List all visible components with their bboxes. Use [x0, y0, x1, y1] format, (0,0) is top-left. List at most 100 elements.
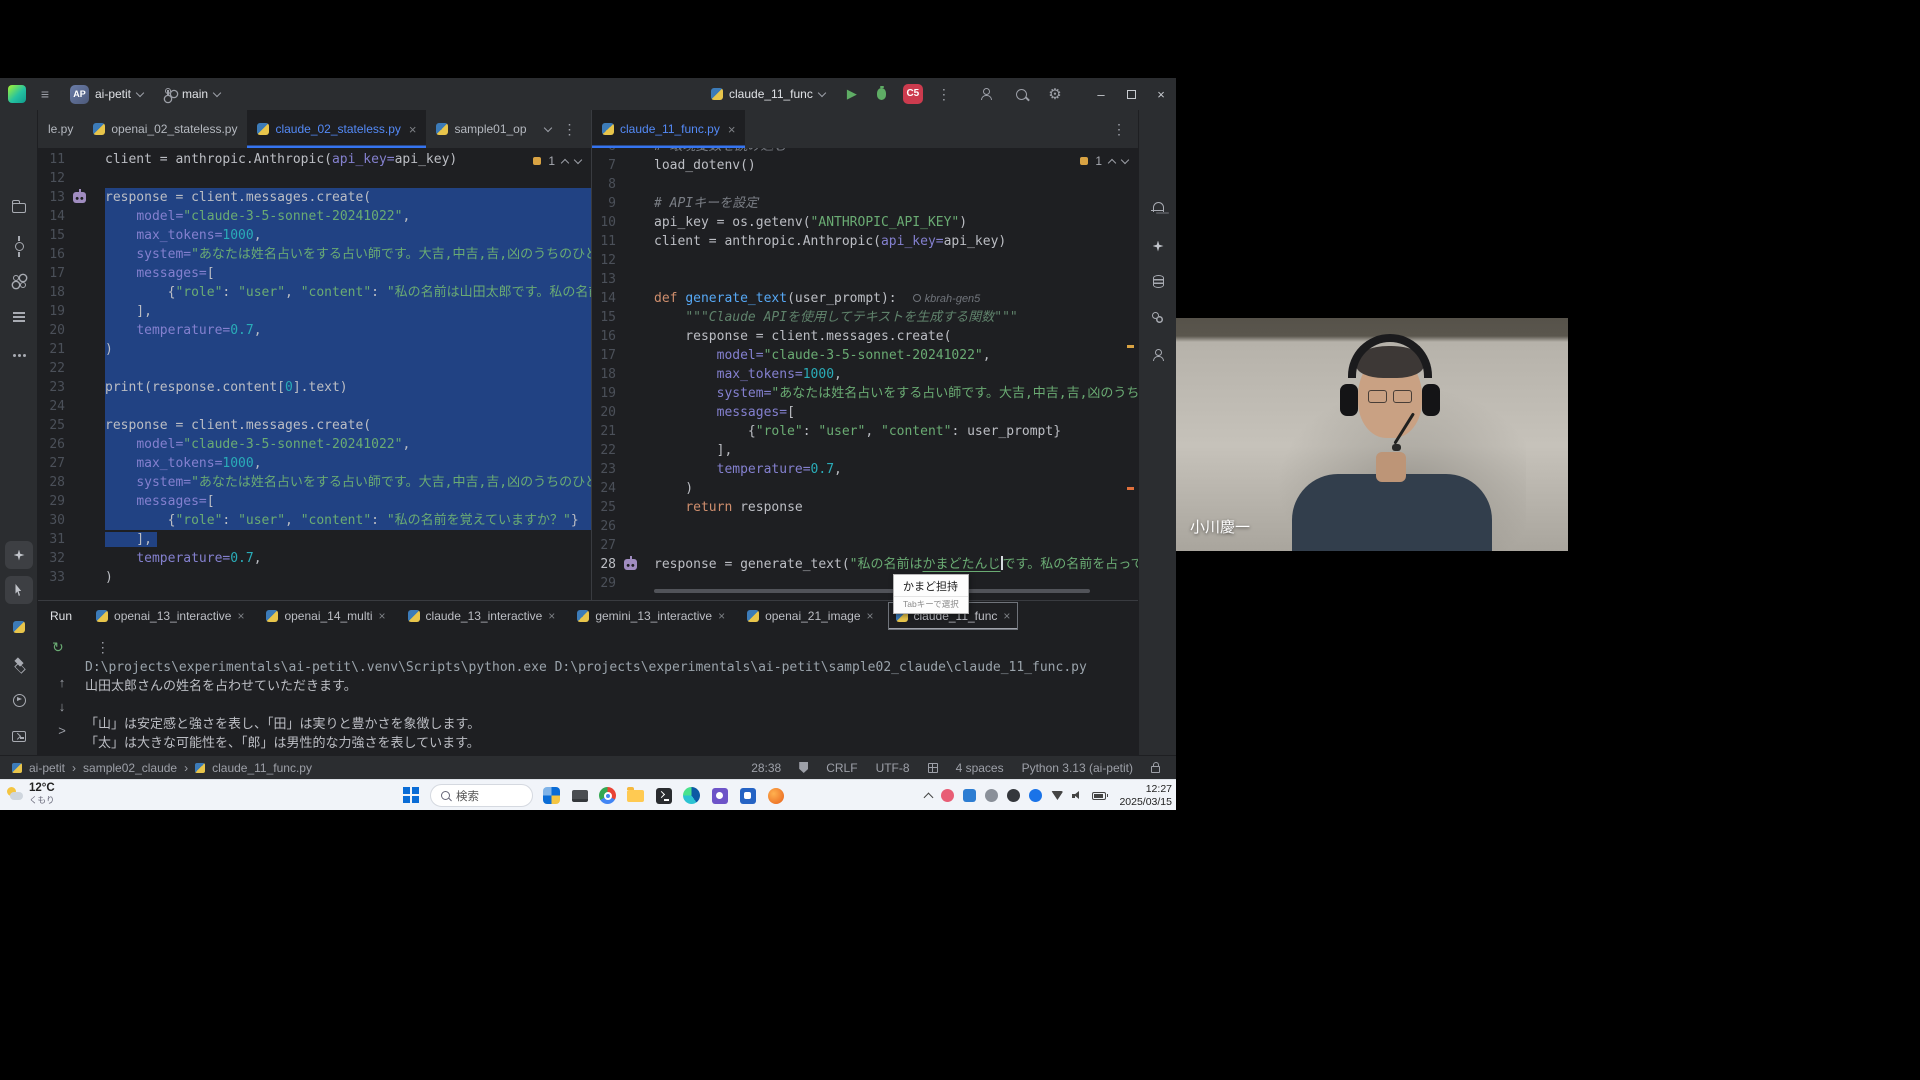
more-actions-button[interactable]: ⋮ — [935, 82, 953, 106]
horizontal-scrollbar[interactable] — [654, 589, 1090, 593]
indent-widget[interactable]: 4 spaces — [956, 761, 1004, 775]
code-line[interactable]: 29 messages=[ — [38, 492, 591, 511]
breadcrumb[interactable]: ai-petit › sample02_claude › claude_11_f… — [0, 761, 312, 775]
dependencies-tool-button[interactable] — [1144, 303, 1172, 331]
settings-button[interactable]: ⚙ — [1046, 82, 1064, 106]
down-arrow-button[interactable]: ↓ — [52, 699, 72, 723]
tray-app-icon[interactable] — [985, 789, 998, 802]
code-line[interactable]: 25 return response — [592, 498, 1138, 517]
close-button[interactable]: × — [1146, 78, 1176, 110]
main-menu-button[interactable]: ≡ — [36, 82, 54, 106]
code-line[interactable]: 7load_dotenv() — [592, 156, 1138, 175]
file-explorer-app-icon[interactable] — [624, 784, 647, 807]
ai-assistant-tool-button[interactable] — [5, 541, 33, 569]
code-line[interactable]: 31 ], — [38, 530, 591, 549]
ai-chat-tool-button[interactable] — [1144, 232, 1172, 260]
taskbar-search[interactable]: 検索 — [430, 784, 533, 807]
pull-requests-tool-button[interactable] — [5, 267, 33, 295]
hidden-tabs-chevron-icon[interactable] — [543, 123, 551, 131]
protection-widget[interactable] — [799, 762, 808, 773]
code-line[interactable]: 16 system="あなたは姓名占いをする占い師です。大吉,中吉,吉,凶のうち… — [38, 245, 591, 264]
code-line[interactable]: 18 {"role": "user", "content": "私の名前は山田太… — [38, 283, 591, 302]
weather-widget[interactable]: 12°C くもり — [6, 782, 55, 806]
code-line[interactable]: 17 messages=[ — [38, 264, 591, 283]
code-line[interactable]: 22 ], — [592, 441, 1138, 460]
code-line[interactable]: 13response = client.messages.create( — [38, 188, 591, 207]
battery-icon[interactable] — [1092, 792, 1106, 800]
code-line[interactable]: 13 — [592, 270, 1138, 289]
code-line[interactable]: 33) — [38, 568, 591, 587]
close-icon[interactable]: × — [718, 609, 725, 623]
code-line[interactable]: 21) — [38, 340, 591, 359]
orange-app-icon[interactable] — [764, 784, 787, 807]
code-line[interactable]: 16 response = client.messages.create( — [592, 327, 1138, 346]
code-line[interactable]: 20 messages=[ — [592, 403, 1138, 422]
breadcrumb-file[interactable]: claude_11_func.py — [212, 761, 312, 775]
prompt-icon[interactable]: > — [52, 723, 72, 747]
database-tool-button[interactable] — [1144, 267, 1172, 295]
close-icon[interactable]: × — [1003, 609, 1010, 623]
breadcrumb-project[interactable]: ai-petit — [29, 761, 65, 775]
code-line[interactable]: 10api_key = os.getenv("ANTHROPIC_API_KEY… — [592, 213, 1138, 232]
ai-assistant-gutter-icon[interactable] — [624, 559, 637, 570]
code-line[interactable]: 25response = client.messages.create( — [38, 416, 591, 435]
code-line[interactable]: 27 — [592, 536, 1138, 555]
run-button[interactable]: ▶ — [843, 82, 861, 106]
code-line[interactable]: 28 system="あなたは姓名占いをする占い師です。大吉,中吉,吉,凶のうち… — [38, 473, 591, 492]
code-line[interactable]: 11client = anthropic.Anthropic(api_key=a… — [38, 150, 591, 169]
code-line[interactable]: 11client = anthropic.Anthropic(api_key=a… — [592, 232, 1138, 251]
code-line[interactable]: 17 model="claude-3-5-sonnet-20241022", — [592, 346, 1138, 365]
code-line[interactable]: 30 {"role": "user", "content": "私の名前を覚えて… — [38, 511, 591, 530]
line-separator-widget[interactable]: CRLF — [826, 761, 857, 775]
inspections-widget[interactable]: 1 — [1080, 154, 1128, 168]
tab-claude-11-func[interactable]: claude_11_func.py × — [592, 110, 745, 148]
run-tab-openai-14-multi[interactable]: openai_14_multi × — [258, 602, 393, 630]
tray-app-icon[interactable] — [941, 789, 954, 802]
tab-options-icon[interactable]: ⋮ — [563, 121, 577, 138]
maximize-button[interactable] — [1116, 78, 1146, 110]
code-line[interactable]: 8 — [592, 175, 1138, 194]
code-line[interactable]: 26 — [592, 517, 1138, 536]
chrome-app-icon[interactable] — [596, 784, 619, 807]
next-problem-icon[interactable] — [574, 156, 582, 164]
run-tab-gemini-13-interactive[interactable]: gemini_13_interactive × — [569, 602, 733, 630]
code-line[interactable]: 12 — [592, 251, 1138, 270]
code-line[interactable]: 28response = generate_text("私の名前はかまどたんじで… — [592, 555, 1138, 574]
up-arrow-button[interactable]: ↑ — [52, 675, 72, 699]
code-line[interactable]: 32 temperature=0.7, — [38, 549, 591, 568]
more-tool-windows-button[interactable] — [5, 341, 33, 369]
breadcrumb-folder[interactable]: sample02_claude — [83, 761, 177, 775]
close-icon[interactable]: × — [867, 609, 874, 623]
code-line[interactable]: 24 ) — [592, 479, 1138, 498]
run-config-selector[interactable]: claude_11_func — [705, 85, 831, 103]
services-tool-button[interactable] — [5, 649, 33, 677]
python-console-tool-button[interactable] — [5, 613, 33, 641]
inspections-widget[interactable]: 1 — [533, 154, 581, 168]
caret-position-widget[interactable]: 28:38 — [751, 761, 781, 775]
code-line[interactable]: 6# 環境変数を読み込む — [592, 148, 1138, 156]
code-line[interactable]: 27 max_tokens=1000, — [38, 454, 591, 473]
code-line[interactable]: 20 temperature=0.7, — [38, 321, 591, 340]
blue-app-icon[interactable] — [736, 784, 759, 807]
interpreter-widget[interactable]: Python 3.13 (ai-petit) — [1022, 761, 1133, 775]
purple-app-icon[interactable] — [708, 784, 731, 807]
endpoints-tool-button[interactable] — [1144, 341, 1172, 369]
code-line[interactable]: 14def generate_text(user_prompt):kbrah-g… — [592, 289, 1138, 308]
editor-right[interactable]: 6# 環境変数を読み込む7load_dotenv()89# APIキーを設定10… — [592, 148, 1138, 600]
minimize-button[interactable]: – — [1086, 78, 1116, 110]
close-icon[interactable]: × — [409, 122, 417, 137]
volume-icon[interactable] — [1072, 791, 1083, 800]
code-line[interactable]: 21 {"role": "user", "content": user_prom… — [592, 422, 1138, 441]
code-line[interactable]: 24 — [38, 397, 591, 416]
windows-start-button[interactable] — [403, 787, 419, 803]
run-tab-openai-13-interactive[interactable]: openai_13_interactive × — [88, 602, 252, 630]
close-icon[interactable]: × — [728, 122, 736, 137]
code-line[interactable]: 15 max_tokens=1000, — [38, 226, 591, 245]
next-problem-icon[interactable] — [1121, 156, 1129, 164]
run-tool-button[interactable] — [5, 686, 33, 714]
code-line[interactable]: 26 model="claude-3-5-sonnet-20241022", — [38, 435, 591, 454]
tray-app-icon[interactable] — [1007, 789, 1020, 802]
widgets-app-icon[interactable] — [540, 784, 563, 807]
tab-options-icon[interactable]: ⋮ — [1112, 121, 1126, 138]
tray-app-icon[interactable] — [1029, 789, 1042, 802]
